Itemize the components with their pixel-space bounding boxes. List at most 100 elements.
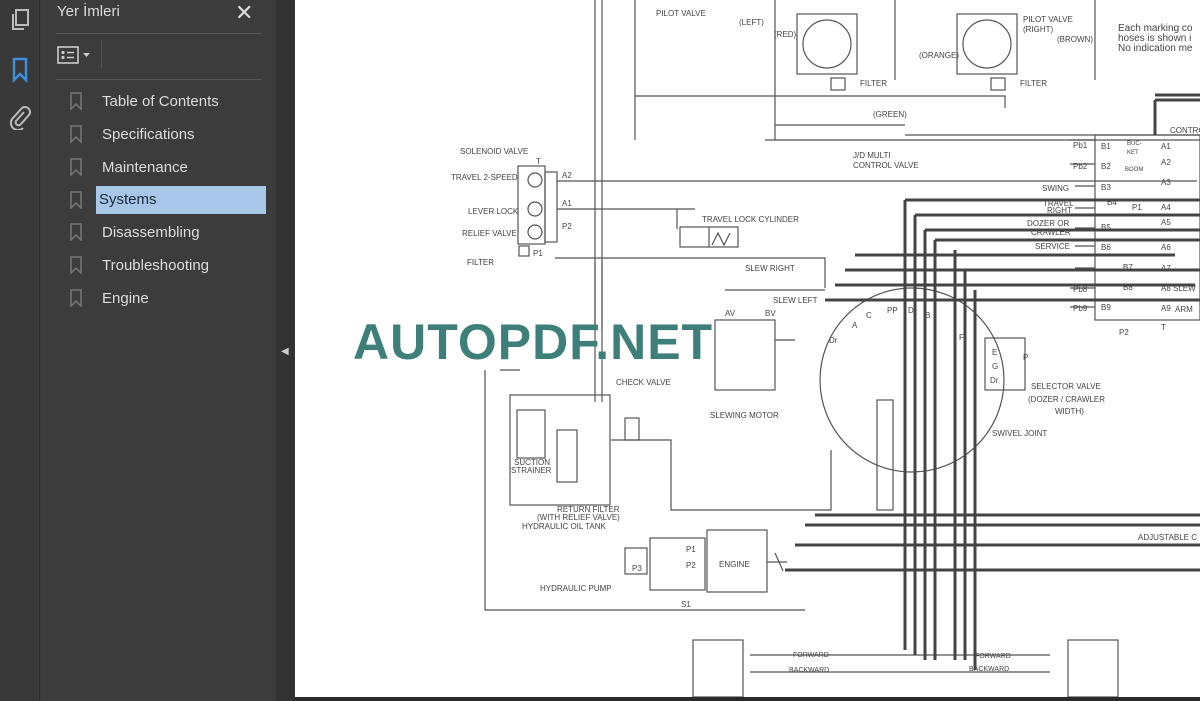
bookmark-icon xyxy=(69,191,83,209)
label: CONTRO xyxy=(1170,126,1200,135)
label: BOOM xyxy=(1125,167,1144,173)
label: A1 xyxy=(562,199,572,208)
label: FORWARD xyxy=(793,652,829,659)
port-label: B7 xyxy=(1123,263,1133,272)
label: TRAVEL 2-SPEED xyxy=(451,173,518,182)
port-label: A8 xyxy=(1161,284,1171,293)
bookmark-icon[interactable] xyxy=(6,56,34,84)
label: SOLENOID VALVE xyxy=(460,147,529,156)
chevron-down-icon xyxy=(83,53,90,57)
bookmark-systems[interactable]: Systems xyxy=(69,186,269,214)
list-options-icon xyxy=(57,46,79,64)
bookmark-options-button[interactable] xyxy=(57,44,97,66)
label: (BROWN) xyxy=(1057,35,1093,44)
pdf-page: PILOT VALVE (LEFT) (RED) PILOT VALVE (RI… xyxy=(295,0,1200,697)
label: SWING xyxy=(1042,184,1070,193)
port-label: A6 xyxy=(1161,243,1171,252)
label: No indication me xyxy=(1118,43,1193,54)
label: (DOZER / CRAWLER xyxy=(1028,395,1106,404)
close-panel-button[interactable]: ✕ xyxy=(235,0,253,26)
port-label: A5 xyxy=(1161,218,1171,227)
port-label: A1 xyxy=(1161,142,1171,151)
port-label: D xyxy=(908,306,914,315)
port-label: C xyxy=(866,311,872,320)
bookmark-icon xyxy=(69,125,83,143)
label: SELECTOR VALVE xyxy=(1031,382,1101,391)
label: FILTER xyxy=(467,258,494,267)
port-label: T xyxy=(1161,323,1166,332)
bookmark-icon xyxy=(69,289,83,307)
port-label: P2 xyxy=(1119,328,1129,337)
label: PILOT VALVE xyxy=(1023,15,1073,24)
label: (LEFT) xyxy=(739,18,764,27)
label: P1 xyxy=(686,545,696,554)
bookmark-troubleshooting[interactable]: Troubleshooting xyxy=(69,251,269,279)
port-label: G xyxy=(992,362,999,371)
port-label: F xyxy=(959,333,964,342)
label: BACKWARD xyxy=(969,666,1010,673)
attachment-icon[interactable] xyxy=(6,103,34,131)
label: T xyxy=(536,157,541,166)
divider xyxy=(56,33,262,34)
label: FORWARD xyxy=(975,653,1011,660)
port-label: Dr xyxy=(829,336,838,345)
collapse-panel-arrow-icon[interactable]: ◀ xyxy=(281,346,289,357)
label: ADJUSTABLE C xyxy=(1138,533,1197,542)
label: (ORANGE) xyxy=(919,51,959,60)
port-label: A2 xyxy=(1161,158,1171,167)
label: SERVICE xyxy=(1035,242,1070,251)
bookmark-icon xyxy=(69,92,83,110)
label: SLEW RIGHT xyxy=(745,264,795,273)
label: (GREEN) xyxy=(873,110,907,119)
label: P2 xyxy=(686,561,696,570)
pages-icon[interactable] xyxy=(6,6,34,34)
label: LEVER LOCK xyxy=(468,207,519,216)
label: (RED) xyxy=(774,30,797,39)
bookmark-icon xyxy=(69,256,83,274)
port-label: A7 xyxy=(1161,264,1171,273)
label: ENGINE xyxy=(719,560,750,569)
label: BACKWARD xyxy=(789,667,830,674)
label: FILTER xyxy=(1020,79,1047,88)
label: CONTROL VALVE xyxy=(853,161,919,170)
bookmark-specifications[interactable]: Specifications xyxy=(69,120,269,148)
bookmark-icon xyxy=(69,223,83,241)
left-toolbar xyxy=(0,0,40,701)
label: RELIEF VALVE xyxy=(462,229,517,238)
bookmark-maintenance[interactable]: Maintenance xyxy=(69,153,269,181)
label: P1 xyxy=(533,249,543,258)
bookmark-disassembling[interactable]: Disassembling xyxy=(69,218,269,246)
label: RIGHT xyxy=(1047,206,1072,215)
label: CRAWLER xyxy=(1031,228,1071,237)
label: WIDTH) xyxy=(1055,407,1084,416)
label: P3 xyxy=(632,564,642,573)
label: Pb9 xyxy=(1073,304,1088,313)
panel-title: Yer İmleri xyxy=(57,3,120,20)
port-label: PP xyxy=(887,306,898,315)
bookmark-icon xyxy=(69,158,83,176)
bookmark-table-of-contents[interactable]: Table of Contents xyxy=(69,87,269,115)
port-label: B5 xyxy=(1101,223,1111,232)
bookmarks-panel: Yer İmleri ✕ Table of Contents Specifica… xyxy=(41,0,276,701)
port-label: B9 xyxy=(1101,303,1111,312)
label: HYDRAULIC OIL TANK xyxy=(522,522,606,531)
bookmark-engine[interactable]: Engine xyxy=(69,284,269,312)
label: ARM xyxy=(1175,305,1193,314)
port-label: P xyxy=(1023,353,1029,362)
port-label: A3 xyxy=(1161,178,1171,187)
label: FILTER xyxy=(860,79,887,88)
label: Pb1 xyxy=(1073,141,1088,150)
label: SLEW LEFT xyxy=(773,296,818,305)
port-label: A9 xyxy=(1161,304,1171,313)
label: SLEWING MOTOR xyxy=(710,411,779,420)
label: J/D MULTI xyxy=(853,151,891,160)
port-label: B2 xyxy=(1101,162,1111,171)
port-label: B6 xyxy=(1101,243,1111,252)
label: (WITH RELIEF VALVE) xyxy=(537,513,620,522)
label: Pb2 xyxy=(1073,162,1088,171)
port-label: B8 xyxy=(1123,283,1133,292)
label: CHECK VALVE xyxy=(616,378,671,387)
port-label: A xyxy=(852,321,858,330)
port-label: B4 xyxy=(1107,198,1117,207)
port-label: E xyxy=(992,348,998,357)
